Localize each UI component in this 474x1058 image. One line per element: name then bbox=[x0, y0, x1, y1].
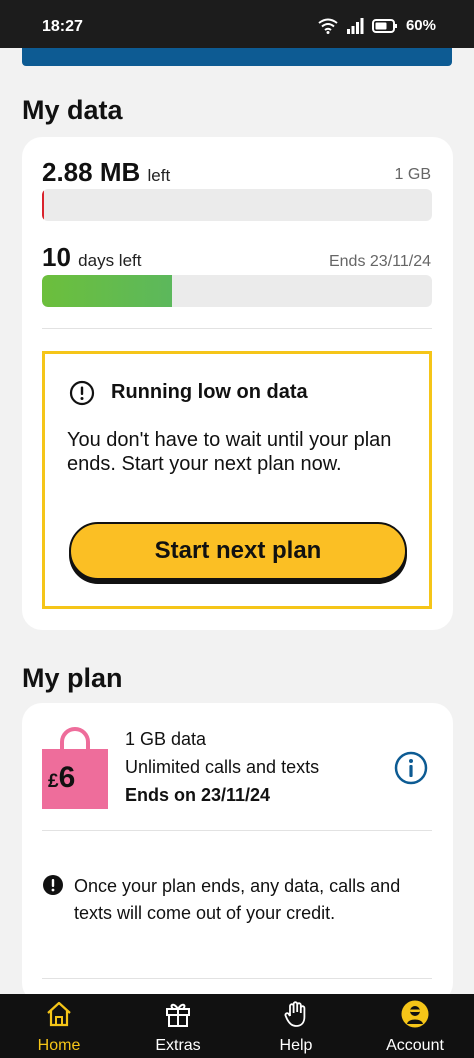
data-progress-bar bbox=[42, 189, 432, 221]
plan-calls-texts: Unlimited calls and texts bbox=[125, 757, 320, 777]
data-progress-fill bbox=[42, 189, 45, 221]
my-data-title: My data bbox=[22, 95, 123, 125]
plan-end-date: Ends 23/11/24 bbox=[328, 253, 431, 270]
gift-icon bbox=[166, 1003, 190, 1027]
signal-icon bbox=[346, 17, 364, 34]
status-icons: 60% bbox=[318, 17, 436, 34]
nav-home-label: Home bbox=[37, 1037, 81, 1054]
data-remaining: 2.88 MB left bbox=[42, 157, 170, 188]
wifi-icon bbox=[318, 18, 338, 34]
days-suffix: days left bbox=[78, 251, 142, 270]
my-data-card: 2.88 MB left 1 GB 10 days left Ends 23/1… bbox=[22, 137, 453, 630]
nav-help[interactable]: Help bbox=[251, 994, 341, 1058]
price-value: 6 bbox=[58, 761, 76, 794]
low-data-text: You don't have to wait until your plan e… bbox=[67, 429, 392, 475]
data-amount: 2.88 MB bbox=[42, 157, 141, 187]
battery-icon bbox=[371, 18, 397, 33]
plan-end: Ends on 23/11/24 bbox=[125, 785, 271, 805]
price-symbol: £ bbox=[48, 771, 59, 792]
start-next-plan-button[interactable]: Start next plan bbox=[69, 522, 407, 580]
nav-account-label: Account bbox=[386, 1037, 444, 1054]
info-icon[interactable] bbox=[394, 751, 428, 785]
nav-extras[interactable]: Extras bbox=[133, 994, 223, 1058]
plan-price: £6 bbox=[48, 761, 75, 795]
status-time: 18:27 bbox=[42, 18, 83, 35]
data-allowance: 1 GB bbox=[394, 166, 431, 183]
low-data-title: Running low on data bbox=[111, 381, 308, 403]
exclamation-circle-icon bbox=[69, 380, 95, 406]
battery-percent: 60% bbox=[405, 17, 436, 34]
hand-icon bbox=[284, 1001, 306, 1027]
divider bbox=[42, 328, 432, 329]
header-bar bbox=[22, 48, 452, 66]
days-progress-bar bbox=[42, 275, 432, 307]
nav-home[interactable]: Home bbox=[14, 994, 104, 1058]
nav-account[interactable]: Account bbox=[370, 994, 460, 1058]
low-data-alert: Running low on data You don't have to wa… bbox=[42, 351, 432, 609]
bottom-nav: Home Extras Help Account bbox=[0, 994, 474, 1058]
exclamation-filled-icon bbox=[43, 875, 63, 895]
my-plan-title: My plan bbox=[22, 663, 123, 693]
my-plan-card: £6 1 GB data Unlimited calls and texts E… bbox=[22, 703, 453, 1003]
divider bbox=[42, 978, 432, 979]
days-remaining: 10 days left bbox=[42, 242, 141, 273]
days-count: 10 bbox=[42, 242, 71, 272]
nav-extras-label: Extras bbox=[155, 1037, 201, 1054]
days-progress-fill bbox=[42, 275, 172, 307]
data-amount-suffix: left bbox=[147, 166, 171, 185]
account-avatar-icon bbox=[401, 1000, 429, 1028]
nav-help-label: Help bbox=[279, 1037, 313, 1054]
plan-data: 1 GB data bbox=[125, 729, 207, 749]
status-bar: 18:27 60% bbox=[0, 0, 474, 48]
plan-info-text: Once your plan ends, any data, calls and… bbox=[74, 876, 401, 923]
home-icon bbox=[47, 1001, 71, 1027]
divider bbox=[42, 830, 432, 831]
